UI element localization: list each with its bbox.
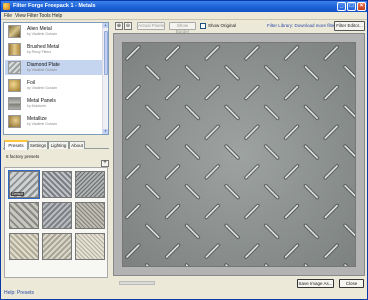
menu-file[interactable]: File bbox=[4, 13, 12, 19]
preset-thumbnail[interactable] bbox=[42, 171, 72, 198]
filter-item[interactable]: Foil by Vladimir Golovin bbox=[5, 78, 102, 93]
actual-pixels-button[interactable]: Actual Pixels bbox=[137, 22, 165, 30]
preset-thumbnail[interactable] bbox=[75, 171, 105, 198]
filter-item[interactable]: Brushed Metal by Rinny Filters bbox=[5, 42, 102, 57]
preset-thumbnail[interactable] bbox=[42, 202, 72, 229]
zoom-in-icon[interactable]: ⊕ bbox=[115, 22, 123, 30]
filter-item[interactable]: Metal Panels by Moloberk bbox=[5, 96, 102, 111]
filter-thumbnail bbox=[8, 61, 21, 74]
filter-author: by Vladimir Golovin bbox=[27, 32, 58, 36]
preview-horizontal-scrollbar[interactable] bbox=[119, 281, 155, 285]
filter-thumbnail bbox=[8, 97, 21, 110]
add-preset-button[interactable]: + bbox=[101, 160, 109, 167]
filter-thumbnail bbox=[8, 25, 21, 38]
diamond-plate-preview bbox=[122, 42, 356, 267]
tab-presets[interactable]: Presets bbox=[4, 140, 28, 150]
filter-library-link[interactable]: Filter Library: Download more filters bbox=[267, 23, 338, 28]
filter-thumbnail bbox=[8, 79, 21, 92]
preset-thumbnail[interactable] bbox=[9, 233, 39, 260]
left-panel: Alien Metal by Vladimir Golovin Brushed … bbox=[3, 22, 109, 288]
preset-thumbnail[interactable] bbox=[75, 202, 105, 229]
filter-forge-window: Filter Forge Freepack 1 - Metals _ □ × F… bbox=[0, 0, 368, 300]
filter-author: by Vladimir Golovin bbox=[27, 68, 58, 72]
preset-label: Default bbox=[11, 192, 25, 196]
preset-thumbnail[interactable] bbox=[9, 202, 39, 229]
preset-thumbnail[interactable]: Default bbox=[8, 170, 40, 199]
preset-thumbnail[interactable] bbox=[75, 233, 105, 260]
filter-author: by Vladimir Golovin bbox=[27, 86, 58, 90]
filter-list: Alien Metal by Vladimir Golovin Brushed … bbox=[3, 22, 109, 135]
close-window-button[interactable]: × bbox=[357, 2, 366, 11]
preset-grid: Default bbox=[4, 167, 108, 278]
preview-panel: ⊕ ⊖ Actual Pixels Show Border Show Origi… bbox=[113, 21, 367, 289]
filter-item[interactable]: Metallize by Vladimir Golovin bbox=[5, 114, 102, 129]
show-original-label: Show Original bbox=[208, 23, 237, 28]
preview-toolbar: ⊕ ⊖ Actual Pixels Show Border Show Origi… bbox=[113, 21, 367, 34]
preview-area[interactable] bbox=[113, 33, 365, 276]
filter-item-selected[interactable]: Diamond Plate by Vladimir Golovin bbox=[5, 60, 102, 75]
app-icon bbox=[3, 3, 10, 10]
filter-item[interactable]: Alien Metal by Vladimir Golovin bbox=[5, 24, 102, 39]
scrollbar-thumb[interactable] bbox=[104, 31, 108, 75]
tab-settings[interactable]: Settings bbox=[28, 141, 48, 149]
filter-author: by Vladimir Golovin bbox=[27, 122, 58, 126]
bottom-bar: Save Image As... Close bbox=[113, 278, 367, 289]
scroll-down-icon[interactable]: ▼ bbox=[103, 129, 108, 134]
filter-editor-button[interactable]: Filter Editor... bbox=[334, 21, 365, 31]
menu-filter[interactable]: Filter bbox=[27, 13, 38, 19]
help-presets-link[interactable]: Help: Presets bbox=[4, 290, 34, 296]
filter-author: by Moloberk bbox=[27, 104, 47, 108]
maximize-button[interactable]: □ bbox=[347, 2, 356, 11]
filter-thumbnail bbox=[8, 115, 21, 128]
title-bar[interactable]: Filter Forge Freepack 1 - Metals _ □ × bbox=[1, 1, 367, 12]
show-border-button[interactable]: Show Border bbox=[169, 22, 196, 34]
filter-author: by Rinny Filters bbox=[27, 50, 52, 54]
scroll-up-icon[interactable]: ▲ bbox=[103, 23, 108, 28]
show-original-checkbox[interactable] bbox=[200, 23, 206, 29]
close-button[interactable]: Close bbox=[339, 279, 364, 288]
filter-thumbnail bbox=[8, 43, 21, 56]
menu-view[interactable]: View bbox=[15, 13, 26, 19]
window-title: Filter Forge Freepack 1 - Metals bbox=[13, 3, 96, 9]
minimize-button[interactable]: _ bbox=[337, 2, 346, 11]
filter-list-scrollbar[interactable]: ▲ ▼ bbox=[102, 23, 108, 134]
zoom-out-icon[interactable]: ⊖ bbox=[124, 22, 132, 30]
menu-help[interactable]: Help bbox=[52, 13, 62, 19]
panel-tabs: Presets Settings Lighting About bbox=[3, 140, 109, 150]
menu-bar: File View Filter Tools Help bbox=[1, 12, 367, 20]
menu-tools[interactable]: Tools bbox=[39, 13, 51, 19]
tab-lighting[interactable]: Lighting bbox=[48, 141, 69, 149]
save-image-button[interactable]: Save Image As... bbox=[297, 279, 334, 288]
tab-about[interactable]: About bbox=[69, 141, 85, 149]
preset-count-label: 8 factory presets bbox=[6, 154, 40, 159]
preset-thumbnail[interactable] bbox=[42, 233, 72, 260]
